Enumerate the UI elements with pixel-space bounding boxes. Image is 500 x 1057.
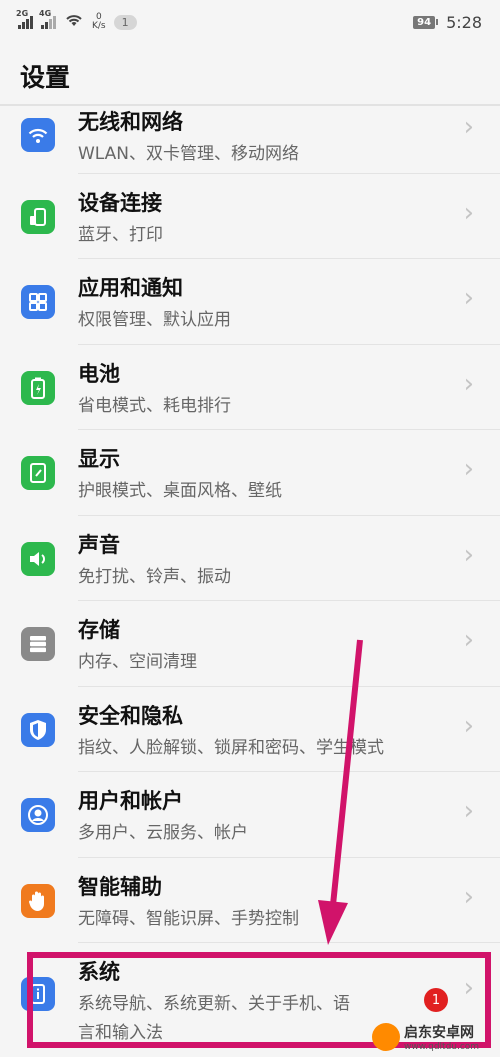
settings-item-subtitle: 权限管理、默认应用 bbox=[78, 310, 231, 330]
settings-item-title: 设备连接 bbox=[78, 190, 162, 215]
settings-item-3[interactable]: 电池省电模式、耗电排行 › bbox=[0, 345, 500, 430]
chevron-right-icon: › bbox=[463, 796, 474, 826]
chevron-right-icon: › bbox=[463, 710, 474, 741]
chevron-right-icon: › bbox=[463, 454, 474, 484]
apps-grid-icon bbox=[21, 285, 55, 319]
settings-item-subtitle: WLAN、双卡管理、移动网络 bbox=[78, 144, 300, 164]
chevron-right-icon: › bbox=[463, 197, 474, 228]
settings-item-subtitle: 内存、空间清理 bbox=[78, 652, 197, 672]
settings-item-title: 智能辅助 bbox=[78, 874, 162, 899]
battery-status-icon: 94 bbox=[413, 15, 439, 29]
watermark: 启东安卓网 www.qdltdu.com bbox=[372, 1020, 494, 1054]
settings-item-title: 安全和隐私 bbox=[78, 703, 183, 728]
chevron-right-icon: › bbox=[463, 283, 474, 313]
user-icon bbox=[21, 798, 55, 832]
settings-item-title: 电池 bbox=[78, 361, 120, 386]
settings-item-subtitle: 多用户、云服务、帐户 bbox=[78, 823, 248, 843]
settings-item-2[interactable]: 应用和通知权限管理、默认应用 › bbox=[0, 259, 500, 345]
settings-item-1[interactable]: 设备连接蓝牙、打印 › bbox=[0, 174, 500, 259]
settings-item-subtitle: 无障碍、智能识屏、手势控制 bbox=[78, 908, 299, 929]
shield-icon bbox=[21, 712, 55, 747]
device-connect-icon bbox=[21, 199, 55, 234]
settings-item-8[interactable]: 用户和帐户多用户、云服务、帐户 › bbox=[0, 772, 500, 858]
network-speed-unit: K/s bbox=[92, 21, 106, 31]
battery-level: 94 bbox=[413, 15, 436, 29]
status-bar: 2G 4G 0 K/s 1 94 5:28 bbox=[0, 0, 500, 44]
settings-item-6[interactable]: 存储内存、空间清理 › bbox=[0, 601, 500, 687]
settings-item-subtitle: 免打扰、铃声、振动 bbox=[78, 566, 231, 587]
settings-item-7[interactable]: 安全和隐私指纹、人脸解锁、锁屏和密码、学生模式 › bbox=[0, 687, 500, 772]
settings-item-5[interactable]: 声音免打扰、铃声、振动 › bbox=[0, 516, 500, 601]
wifi-status-icon bbox=[64, 12, 84, 32]
settings-item-subtitle: 指纹、人脸解锁、锁屏和密码、学生模式 bbox=[78, 737, 384, 758]
notification-count-badge: 1 bbox=[113, 14, 137, 30]
settings-item-title: 应用和通知 bbox=[78, 276, 183, 300]
chevron-right-icon: › bbox=[463, 368, 474, 399]
settings-item-4[interactable]: 显示护眼模式、桌面风格、壁纸 › bbox=[0, 430, 500, 516]
title-divider bbox=[0, 104, 500, 106]
settings-item-title: 无线和网络 bbox=[78, 110, 183, 134]
status-right: 94 5:28 bbox=[413, 13, 482, 32]
settings-item-title: 存储 bbox=[78, 618, 120, 642]
sound-icon bbox=[21, 541, 55, 576]
settings-item-subtitle: 护眼模式、桌面风格、壁纸 bbox=[78, 481, 282, 501]
watermark-name: 启东安卓网 bbox=[404, 1025, 474, 1041]
chevron-right-icon: › bbox=[463, 112, 474, 142]
settings-item-subtitle: 蓝牙、打印 bbox=[78, 224, 163, 245]
settings-item-9[interactable]: 智能辅助无障碍、智能识屏、手势控制 › bbox=[0, 858, 500, 943]
wifi-icon bbox=[21, 118, 55, 152]
chevron-right-icon: › bbox=[463, 625, 474, 655]
watermark-logo-icon bbox=[372, 1023, 400, 1051]
chevron-right-icon: › bbox=[463, 539, 474, 570]
status-left: 2G 4G 0 K/s 1 bbox=[16, 9, 137, 32]
signal-label-sim1: 2G bbox=[16, 9, 29, 18]
signal-icon-sim1: 2G bbox=[16, 9, 33, 29]
battery-icon bbox=[21, 370, 55, 405]
settings-item-0[interactable]: 无线和网络 WLAN、双卡管理、移动网络 › bbox=[0, 88, 500, 174]
chevron-right-icon: › bbox=[463, 881, 474, 912]
storage-icon bbox=[21, 627, 55, 661]
settings-item-title: 用户和帐户 bbox=[78, 789, 183, 813]
settings-list: 无线和网络 WLAN、双卡管理、移动网络 › 设备连接 蓝牙、打印 › 应用和通知 权限管理、… bbox=[0, 88, 500, 1043]
settings-item-title: 显示 bbox=[78, 447, 120, 471]
status-time: 5:28 bbox=[446, 12, 482, 32]
signal-label-sim2: 4G bbox=[39, 9, 52, 18]
signal-icon-sim2: 4G bbox=[39, 9, 56, 29]
settings-item-subtitle: 省电模式、耗电排行 bbox=[78, 395, 231, 416]
hand-icon bbox=[21, 883, 55, 918]
network-speed: 0 K/s bbox=[92, 13, 106, 31]
watermark-url: www.qdltdu.com bbox=[404, 1042, 480, 1052]
display-icon bbox=[21, 456, 55, 490]
settings-item-title: 声音 bbox=[78, 532, 120, 557]
